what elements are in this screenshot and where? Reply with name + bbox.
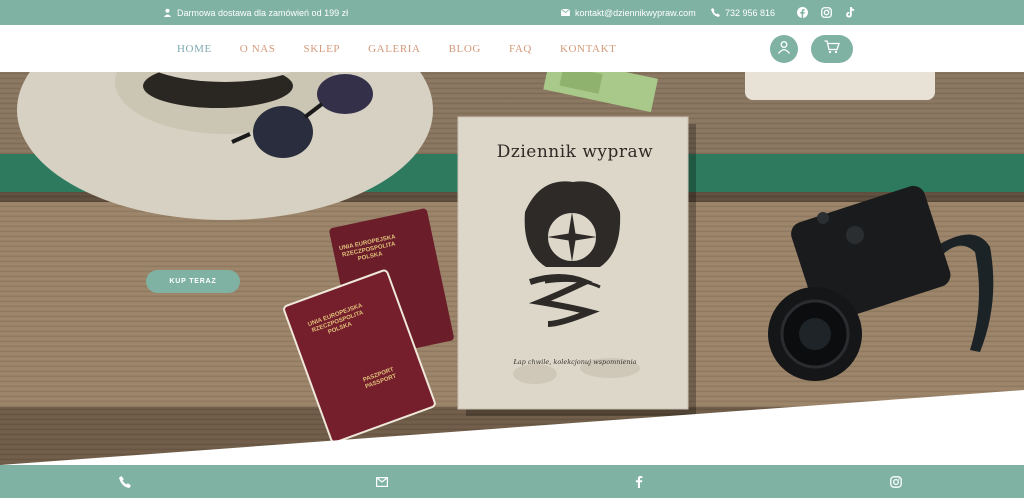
email-text: kontakt@dziennikwypraw.com [575, 7, 696, 18]
phone-icon [711, 8, 720, 17]
bottom-contact-bar [0, 465, 1024, 498]
free-shipping-notice: Darmowa dostawa dla zamówień od 199 zł [163, 0, 348, 25]
nav-item-sklep[interactable]: SKLEP [304, 43, 341, 55]
book-subtitle: Łap chwile, kolekcjonuj wspomnienia [513, 358, 637, 366]
instagram-icon[interactable] [820, 6, 832, 18]
user-icon [777, 40, 791, 59]
phone-text: 732 956 816 [725, 7, 776, 18]
hero-banner: Dziennik wypraw Łap chwile, kolekcjonuj … [0, 72, 1024, 465]
travel-scene-illustration [0, 72, 1024, 465]
nav-item-home[interactable]: HOME [177, 43, 212, 55]
nav-menu: HOME O NAS SKLEP GALERIA BLOG FAQ KONTAK… [177, 25, 644, 72]
instagram-icon[interactable] [889, 475, 902, 488]
tiktok-icon[interactable] [844, 6, 856, 18]
top-info-bar: Darmowa dostawa dla zamówień od 199 zł k… [0, 0, 1024, 25]
book-title: Dziennik wypraw [496, 142, 654, 162]
main-navigation: HOME O NAS SKLEP GALERIA BLOG FAQ KONTAK… [0, 25, 1024, 72]
nav-item-galeria[interactable]: GALERIA [368, 43, 420, 55]
phone-icon[interactable] [118, 475, 131, 488]
user-icon [163, 8, 172, 17]
cart-button[interactable] [811, 35, 853, 63]
nav-item-kontakt[interactable]: KONTAKT [560, 43, 616, 55]
email-link[interactable]: kontakt@dziennikwypraw.com [561, 0, 696, 25]
mail-icon[interactable] [375, 475, 388, 488]
account-button[interactable] [770, 35, 798, 63]
nav-item-faq[interactable]: FAQ [509, 43, 532, 55]
nav-item-o-nas[interactable]: O NAS [240, 43, 276, 55]
nav-item-blog[interactable]: BLOG [449, 43, 481, 55]
cart-icon [824, 39, 840, 59]
facebook-icon[interactable] [796, 6, 808, 18]
phone-link[interactable]: 732 956 816 [711, 0, 775, 25]
mail-icon [561, 9, 570, 16]
promo-text: Darmowa dostawa dla zamówień od 199 zł [177, 7, 349, 18]
facebook-icon[interactable] [632, 475, 645, 488]
buy-now-button[interactable]: KUP TERAZ [146, 270, 240, 293]
